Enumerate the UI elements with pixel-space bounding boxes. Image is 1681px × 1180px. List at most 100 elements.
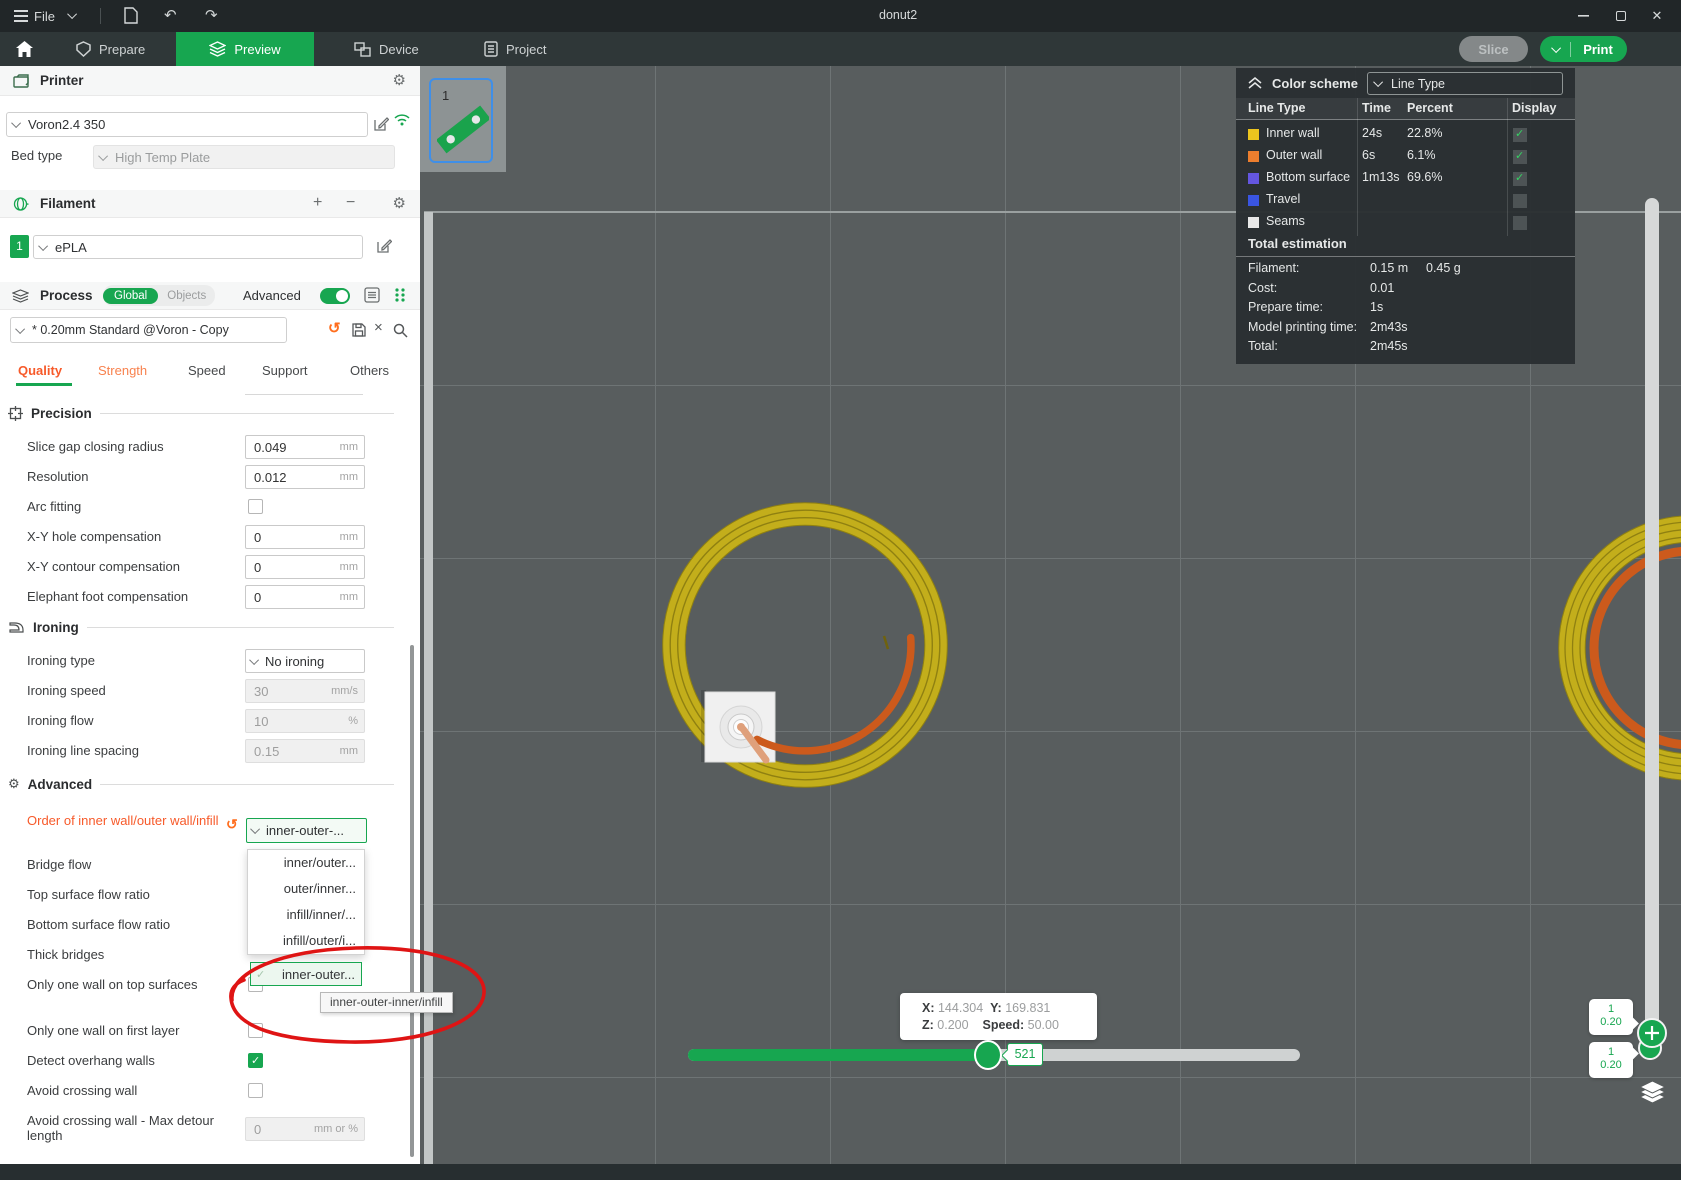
- filament-select-chevron-icon: [38, 241, 48, 251]
- setting-row: Ironing speed 30 mm/s: [0, 676, 420, 706]
- save-preset-icon[interactable]: [352, 323, 366, 337]
- view-mode-select[interactable]: Line Type: [1367, 72, 1563, 95]
- setting-input[interactable]: 0.012 mm: [245, 465, 365, 489]
- setting-checkbox[interactable]: [248, 1053, 263, 1068]
- line-type-display-checkbox[interactable]: [1513, 216, 1527, 230]
- toggle-knob: [336, 290, 348, 302]
- slice-button[interactable]: Slice: [1459, 36, 1528, 62]
- select-value: No ironing: [265, 654, 324, 669]
- total-label: Model printing time:: [1248, 320, 1357, 334]
- setting-row: Resolution 0.012 mm: [0, 462, 420, 492]
- line-type-display-checkbox[interactable]: [1513, 128, 1527, 142]
- edit-filament-icon[interactable]: [377, 238, 392, 253]
- search-preset-icon[interactable]: [393, 323, 408, 338]
- edit-printer-icon[interactable]: [374, 116, 389, 131]
- compare-preset-icon[interactable]: [364, 287, 380, 303]
- tab-prepare[interactable]: Prepare: [56, 32, 165, 66]
- setting-input[interactable]: 0 mm or %: [245, 1117, 365, 1141]
- reset-preset-icon[interactable]: ↺: [328, 319, 341, 337]
- process-scope-toggle[interactable]: Global Objects: [103, 285, 215, 306]
- home-tab[interactable]: [0, 32, 49, 66]
- file-menu-chevron-icon[interactable]: [67, 9, 77, 19]
- redo-icon[interactable]: ↷: [205, 6, 218, 24]
- setting-input[interactable]: 10 %: [245, 709, 365, 733]
- setting-input[interactable]: 0 mm: [245, 555, 365, 579]
- setting-input[interactable]: 0 mm: [245, 585, 365, 609]
- advanced-mode-toggle[interactable]: [320, 288, 350, 304]
- tab-prepare-label: Prepare: [99, 42, 145, 57]
- setting-input[interactable]: 0.15 mm: [245, 739, 365, 763]
- close-button[interactable]: ✕: [1640, 0, 1674, 32]
- line-type-display-checkbox[interactable]: [1513, 194, 1527, 208]
- process-scope-global[interactable]: Global: [103, 288, 158, 304]
- add-filament-icon[interactable]: +: [313, 194, 322, 212]
- preview-3d-viewport[interactable]: 1 Color scheme Line Type Line Type Time …: [420, 66, 1681, 1164]
- dropdown-option[interactable]: inner/outer...: [248, 850, 364, 876]
- process-preset-select[interactable]: * 0.20mm Standard @Voron - Copy: [10, 317, 287, 343]
- remove-filament-icon[interactable]: −: [346, 194, 355, 212]
- legend-row: Travel: [1236, 190, 1575, 212]
- line-type-swatch: [1248, 195, 1259, 206]
- printer-settings-gear-icon[interactable]: ⚙: [393, 71, 406, 89]
- layers-stack-icon[interactable]: [1639, 1081, 1666, 1107]
- printer-select[interactable]: Voron2.4 350: [6, 112, 368, 137]
- tab-project[interactable]: Project: [464, 32, 566, 66]
- file-menu[interactable]: File: [14, 0, 55, 32]
- add-color-change-button[interactable]: [1637, 1018, 1667, 1048]
- tab-device[interactable]: Device: [334, 32, 439, 66]
- collapse-panel-icon[interactable]: [1248, 77, 1262, 89]
- tab-preview[interactable]: Preview: [176, 32, 314, 66]
- maximize-button[interactable]: [1604, 0, 1638, 32]
- gcode-move-slider[interactable]: 521: [688, 1049, 1300, 1061]
- total-value-1: 2m45s: [1370, 339, 1408, 353]
- undo-icon[interactable]: ↶: [164, 6, 177, 24]
- order-select[interactable]: inner-outer-...: [246, 818, 367, 843]
- setting-tab[interactable]: Quality: [18, 363, 62, 378]
- dropdown-option[interactable]: infill/outer/i...: [248, 928, 364, 954]
- setting-select[interactable]: No ironing: [245, 649, 365, 673]
- delete-preset-icon[interactable]: ×: [374, 319, 383, 336]
- filament-slot-badge[interactable]: 1: [10, 235, 29, 258]
- save-file-icon[interactable]: [124, 7, 138, 24]
- line-type-display-checkbox[interactable]: [1513, 172, 1527, 186]
- setting-checkbox[interactable]: [248, 1023, 263, 1038]
- setting-input[interactable]: 0.049 mm: [245, 435, 365, 459]
- setting-checkbox[interactable]: [248, 499, 263, 514]
- setting-tab[interactable]: Speed: [188, 363, 226, 378]
- setting-tab[interactable]: Strength: [98, 363, 147, 378]
- order-dropdown-selected-option[interactable]: ✓ inner-outer...: [250, 962, 362, 986]
- panel-scrollbar[interactable]: [410, 645, 414, 1157]
- legend-row: Seams: [1236, 212, 1575, 234]
- bed-type-select[interactable]: High Temp Plate: [93, 145, 395, 169]
- y-value: 169.831: [1005, 1001, 1050, 1015]
- setting-input[interactable]: 30 mm/s: [245, 679, 365, 703]
- dropdown-option[interactable]: outer/inner...: [248, 876, 364, 902]
- setting-tab[interactable]: Support: [262, 363, 308, 378]
- ironing-section-header: Ironing: [8, 620, 408, 635]
- order-reset-icon[interactable]: ↺: [226, 816, 238, 833]
- line-type-display-checkbox[interactable]: [1513, 150, 1527, 164]
- setting-input[interactable]: 0 mm: [245, 525, 365, 549]
- setting-tab[interactable]: Others: [350, 363, 389, 378]
- layer-slider[interactable]: [1645, 198, 1659, 1040]
- process-scope-objects[interactable]: Objects: [158, 288, 215, 304]
- line-type-time: 24s: [1362, 126, 1382, 140]
- setting-label: Ironing flow: [27, 713, 232, 728]
- move-slider-thumb[interactable]: [974, 1040, 1002, 1070]
- line-type-swatch: [1248, 151, 1259, 162]
- setting-unit: mm: [340, 745, 358, 757]
- filament-settings-gear-icon[interactable]: ⚙: [393, 194, 406, 212]
- dropdown-option[interactable]: infill/inner/...: [248, 902, 364, 928]
- print-options-chevron-icon[interactable]: [1551, 43, 1561, 53]
- filament-select[interactable]: ePLA: [33, 235, 363, 259]
- setting-tab-label: Quality: [18, 363, 62, 378]
- minimize-button[interactable]: [1566, 0, 1600, 32]
- setting-unit: mm: [340, 441, 358, 453]
- color-scheme-panel: Color scheme Line Type Line Type Time Pe…: [1236, 68, 1575, 364]
- setting-checkbox[interactable]: [248, 1083, 263, 1098]
- line-type-swatch: [1248, 217, 1259, 228]
- print-button[interactable]: Print: [1540, 36, 1627, 62]
- wifi-icon[interactable]: [394, 113, 410, 126]
- setting-row: Ironing flow 10 %: [0, 706, 420, 736]
- parameter-table-icon[interactable]: [394, 287, 408, 303]
